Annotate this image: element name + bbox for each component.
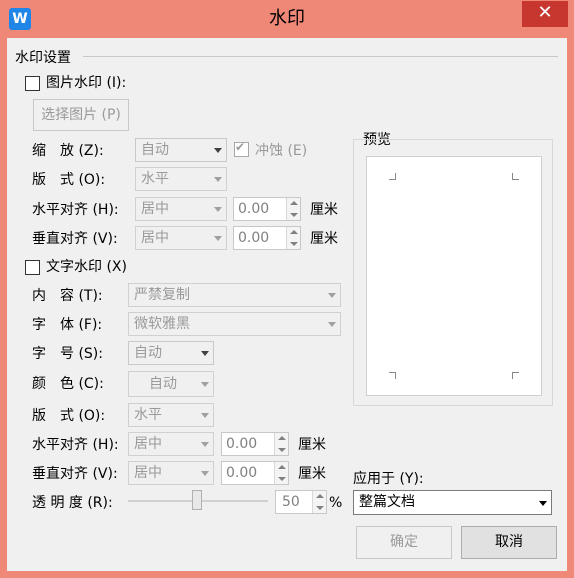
text-valign-unit: 厘米 (298, 466, 326, 482)
crop-mark (389, 173, 396, 180)
picture-valign-unit: 厘米 (310, 231, 338, 247)
chevron-down-icon (214, 236, 222, 241)
text-halign-value: 居中 (134, 436, 162, 452)
picture-watermark-label: 图片水印 (I): (46, 75, 127, 91)
opacity-spinner[interactable]: 50 (275, 490, 327, 514)
title-bar[interactable]: W 水印 ✕ (0, 0, 574, 38)
picture-halign-offset-value: 0.00 (238, 201, 270, 217)
chevron-down-icon (201, 413, 209, 418)
picture-valign-label: 垂直对齐 (V): (32, 231, 118, 247)
text-halign-offset-value: 0.00 (226, 436, 258, 452)
spin-down-icon[interactable] (286, 238, 300, 249)
crop-mark (512, 173, 519, 180)
dialog-title: 水印 (269, 8, 305, 29)
chevron-down-icon (201, 382, 209, 387)
text-halign-label: 水平对齐 (H): (32, 437, 119, 453)
preview-page (366, 156, 542, 396)
chevron-down-icon (328, 322, 336, 327)
picture-valign-value: 居中 (141, 230, 169, 246)
chevron-down-icon (214, 207, 222, 212)
chevron-down-icon (214, 148, 222, 153)
size-value: 自动 (134, 345, 162, 361)
text-valign-offset[interactable]: 0.00 (221, 461, 289, 485)
select-picture-button[interactable]: 选择图片 (P) (33, 99, 129, 131)
font-label: 字 体 (F): (32, 317, 103, 333)
picture-halign-offset[interactable]: 0.00 (233, 197, 301, 221)
spin-down-icon[interactable] (274, 473, 288, 484)
close-icon: ✕ (537, 2, 553, 23)
spin-up-icon[interactable] (274, 462, 288, 473)
chevron-down-icon (201, 351, 209, 356)
picture-watermark-checkbox[interactable] (25, 76, 40, 91)
content-label: 内 容 (T): (32, 288, 103, 304)
text-valign-combo[interactable]: 居中 (128, 461, 214, 485)
text-valign-value: 居中 (134, 465, 162, 481)
crop-mark (512, 372, 519, 379)
apply-to-value: 整篇文档 (359, 494, 415, 510)
erode-checkbox[interactable] (234, 140, 249, 157)
ok-button[interactable]: 确定 (356, 526, 452, 559)
apply-to-combo[interactable]: 整篇文档 (353, 490, 552, 515)
color-label: 颜 色 (C): (32, 376, 104, 392)
text-halign-offset[interactable]: 0.00 (221, 432, 289, 456)
crop-mark (389, 372, 396, 379)
spin-up-icon[interactable] (286, 227, 300, 238)
spin-down-icon[interactable] (312, 502, 326, 513)
text-valign-offset-value: 0.00 (226, 465, 258, 481)
close-button[interactable]: ✕ (522, 1, 568, 27)
spin-up-icon[interactable] (274, 433, 288, 444)
text-layout-combo[interactable]: 水平 (128, 403, 214, 427)
font-value: 微软雅黑 (134, 316, 190, 332)
picture-valign-offset[interactable]: 0.00 (233, 226, 301, 250)
spin-down-icon[interactable] (286, 209, 300, 220)
opacity-slider-thumb[interactable] (192, 490, 202, 510)
group-divider (83, 56, 558, 57)
scale-value: 自动 (141, 142, 169, 158)
picture-halign-value: 居中 (141, 201, 169, 217)
color-value: 自动 (149, 376, 177, 392)
watermark-dialog: W 水印 ✕ 水印设置 图片水印 (I): 选择图片 (P) 缩 放 (Z): … (0, 0, 574, 578)
group-title: 水印设置 (15, 47, 73, 67)
apply-to-label: 应用于 (Y): (353, 471, 424, 487)
opacity-unit: % (329, 495, 343, 511)
content-value: 严禁复制 (134, 287, 190, 303)
text-watermark-checkbox[interactable] (25, 260, 40, 275)
text-halign-combo[interactable]: 居中 (128, 432, 214, 456)
color-combo[interactable]: 自动 (128, 371, 214, 397)
text-watermark-label: 文字水印 (X) (46, 259, 127, 275)
size-combo[interactable]: 自动 (128, 341, 214, 365)
picture-valign-combo[interactable]: 居中 (135, 226, 227, 250)
picture-halign-unit: 厘米 (310, 202, 338, 218)
spin-up-icon[interactable] (312, 491, 326, 502)
text-layout-label: 版 式 (O): (32, 408, 106, 424)
picture-layout-combo[interactable]: 水平 (135, 167, 227, 191)
picture-halign-combo[interactable]: 居中 (135, 197, 227, 221)
opacity-label: 透 明 度 (R): (32, 495, 113, 511)
chevron-down-icon (214, 177, 222, 182)
scale-combo[interactable]: 自动 (135, 138, 227, 162)
content-combo[interactable]: 严禁复制 (128, 283, 341, 307)
cancel-button[interactable]: 取消 (461, 526, 557, 559)
font-combo[interactable]: 微软雅黑 (128, 312, 341, 336)
spin-down-icon[interactable] (274, 444, 288, 455)
preview-panel (353, 139, 553, 406)
scale-label: 缩 放 (Z): (32, 143, 104, 159)
text-halign-unit: 厘米 (298, 437, 326, 453)
dialog-body: 水印设置 图片水印 (I): 选择图片 (P) 缩 放 (Z): 自动 冲蚀 (… (7, 38, 567, 571)
spin-up-icon[interactable] (286, 198, 300, 209)
picture-layout-label: 版 式 (O): (32, 172, 106, 188)
erode-label: 冲蚀 (E) (255, 143, 308, 159)
chevron-down-icon (201, 471, 209, 476)
picture-halign-label: 水平对齐 (H): (32, 202, 119, 218)
picture-layout-value: 水平 (141, 171, 169, 187)
chevron-down-icon (201, 442, 209, 447)
text-valign-label: 垂直对齐 (V): (32, 466, 118, 482)
chevron-down-icon (328, 293, 336, 298)
chevron-down-icon (539, 500, 547, 506)
size-label: 字 号 (S): (32, 346, 103, 362)
text-layout-value: 水平 (134, 407, 162, 423)
picture-valign-offset-value: 0.00 (238, 230, 270, 246)
opacity-value: 50 (282, 494, 300, 510)
